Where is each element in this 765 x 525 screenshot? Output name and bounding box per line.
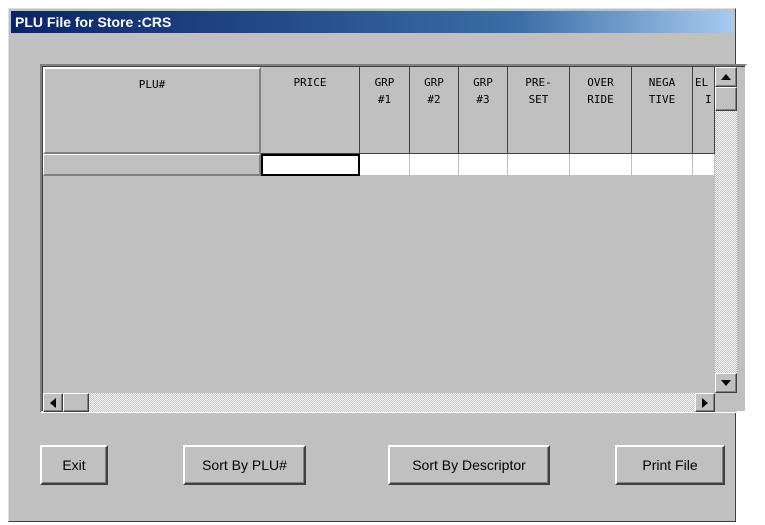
column-header-grp2-line2: #2 bbox=[427, 93, 441, 106]
sort-by-descriptor-button[interactable]: Sort By Descriptor bbox=[388, 445, 550, 485]
el-cell[interactable] bbox=[693, 154, 715, 176]
column-header-plu-label: PLU# bbox=[138, 78, 166, 91]
print-file-button[interactable]: Print File bbox=[615, 445, 725, 485]
sort-by-plu-button[interactable]: Sort By PLU# bbox=[183, 445, 306, 485]
column-header-el[interactable]: EL I bbox=[693, 67, 715, 154]
scroll-down-icon bbox=[721, 380, 731, 386]
exit-button[interactable]: Exit bbox=[40, 445, 108, 485]
window-title: PLU File for Store :CRS bbox=[11, 11, 733, 33]
column-header-override-line2: RIDE bbox=[587, 93, 614, 106]
column-header-override-line1: OVER bbox=[587, 76, 614, 89]
column-header-grp1[interactable]: GRP #1 bbox=[360, 67, 410, 154]
scroll-right-icon bbox=[702, 397, 708, 408]
grp3-cell[interactable] bbox=[459, 154, 508, 176]
scrollbar-corner bbox=[715, 393, 737, 412]
column-header-negative-line1: NEGA bbox=[648, 76, 676, 89]
column-header-negative-line2: TIVE bbox=[648, 93, 676, 106]
column-header-grp2-line1: GRP bbox=[424, 76, 444, 89]
scroll-up-icon bbox=[721, 74, 731, 80]
plu-file-window: PLU File for Store :CRS PLU# PRICE GRP #… bbox=[8, 8, 747, 522]
column-header-price-label: PRICE bbox=[293, 76, 327, 89]
price-cell-active[interactable] bbox=[261, 154, 360, 176]
plu-grid: PLU# PRICE GRP #1 GRP #2 GRP #3 PRE- SET bbox=[40, 64, 747, 413]
vertical-scrollbar[interactable] bbox=[715, 67, 737, 393]
column-header-el-line2: I bbox=[705, 93, 712, 106]
column-header-grp2[interactable]: GRP #2 bbox=[410, 67, 459, 154]
column-header-el-line1: EL bbox=[695, 76, 709, 89]
horizontal-scrollbar[interactable] bbox=[43, 393, 715, 412]
grp2-cell[interactable] bbox=[410, 154, 459, 176]
scroll-left-button[interactable] bbox=[43, 393, 63, 412]
column-header-override[interactable]: OVER RIDE bbox=[570, 67, 632, 154]
horizontal-scroll-thumb[interactable] bbox=[63, 393, 89, 412]
preset-cell[interactable] bbox=[508, 154, 570, 176]
column-header-grp1-line2: #1 bbox=[377, 93, 392, 106]
column-header-preset-line2: SET bbox=[528, 93, 549, 106]
column-header-grp3-line1: GRP bbox=[473, 76, 493, 89]
scroll-left-icon bbox=[50, 397, 56, 408]
scroll-right-button[interactable] bbox=[695, 393, 715, 412]
vertical-scroll-thumb[interactable] bbox=[715, 87, 737, 111]
column-header-grp1-line1: GRP bbox=[374, 76, 395, 89]
column-header-plu[interactable]: PLU# bbox=[43, 67, 261, 154]
negative-cell[interactable] bbox=[632, 154, 693, 176]
override-cell[interactable] bbox=[570, 154, 632, 176]
grp1-cell[interactable] bbox=[360, 154, 410, 176]
column-header-grp3-line2: #3 bbox=[476, 93, 490, 106]
scroll-up-button[interactable] bbox=[715, 67, 737, 87]
scroll-down-button[interactable] bbox=[715, 373, 737, 393]
column-header-grp3[interactable]: GRP #3 bbox=[459, 67, 508, 154]
column-header-price[interactable]: PRICE bbox=[261, 67, 360, 154]
column-header-negative[interactable]: NEGA TIVE bbox=[632, 67, 693, 154]
column-header-preset-line1: PRE- bbox=[525, 76, 552, 89]
row-header[interactable] bbox=[43, 154, 261, 176]
column-header-preset[interactable]: PRE- SET bbox=[508, 67, 570, 154]
